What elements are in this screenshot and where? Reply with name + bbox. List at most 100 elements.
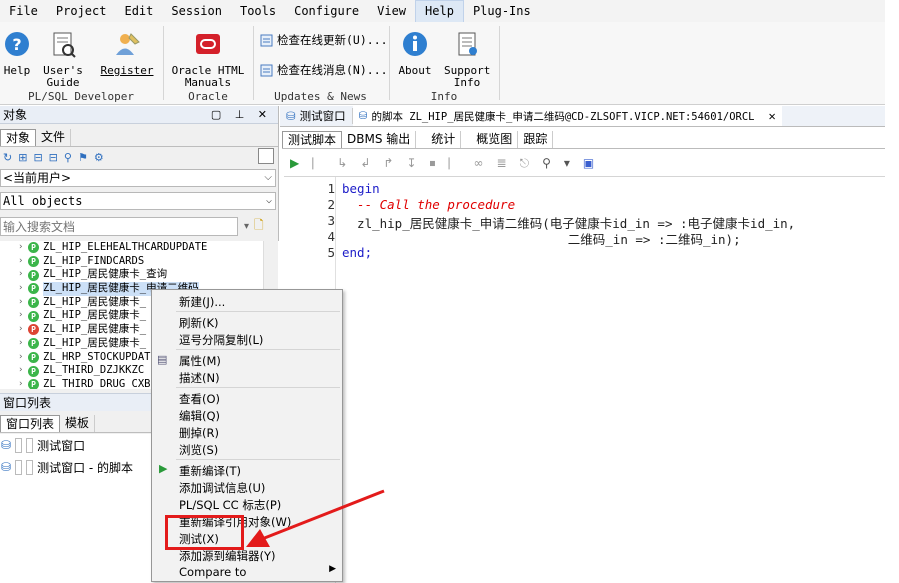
register-button[interactable]: Register [100,30,154,77]
script-window-icon: ⛁ [1,460,12,474]
tab-test-script[interactable]: 测试脚本 [282,131,343,148]
find-icon[interactable]: ⚲ [64,151,72,164]
tab-objects[interactable]: 对象 [0,129,37,146]
tree-item-label: ZL_HIP_ELEHEALTHCARDUPDATE [43,241,208,253]
menu-session[interactable]: Session [162,0,231,22]
objects-toolbar: ↻ ⊞ ⊟ ⊟ ⚲ ⚑ ⚙ [0,147,278,167]
code-line: begin [342,181,380,196]
menu-item-compare-to[interactable]: Compare to [179,565,246,579]
dropdown-icon[interactable]: ▾ [564,156,570,170]
separator [163,26,164,100]
menu-item-describe[interactable]: 描述(N) [179,370,220,386]
menu-configure[interactable]: Configure [285,0,368,22]
check-updates-label: 检查在线更新(U)... [277,33,388,47]
watch-icon[interactable]: ∞ [474,156,484,170]
tree-item[interactable]: › P ZL_HIP_居民健康卡_查询 [0,268,279,282]
menu-item-refresh[interactable]: 刷新(K) [179,315,219,331]
check-online-updates-button[interactable]: 检查在线更新(U)... [260,32,388,48]
refresh-icon[interactable]: ↻ [3,151,12,164]
separator [499,26,500,100]
separator [253,26,254,100]
menu-item-recompile[interactable]: 重新编译(T) [179,463,241,479]
search-input[interactable] [0,217,238,236]
annotation-arrow-icon [246,489,385,547]
analyze-icon[interactable]: ⎋ [520,156,530,171]
save-icon[interactable]: ▣ [583,156,594,170]
window-item-label: 测试窗口 - 的脚本 [37,460,134,475]
help-button[interactable]: ? Help [3,30,31,77]
recompile-icon: ▶ [159,462,168,475]
tab-files[interactable]: 文件 [36,129,72,146]
menu-edit[interactable]: Edit [115,0,162,22]
oracle-html-manuals-button[interactable]: Oracle HTML Manuals [170,30,246,89]
menu-project[interactable]: Project [47,0,116,22]
collapse-icon[interactable]: ⊟ [49,151,58,164]
tab-window-list[interactable]: 窗口列表 [0,415,61,432]
tree-item-label: ZL_THIRD_DRUG_CXB [43,377,151,389]
tab-templates[interactable]: 模板 [60,415,96,432]
objects-title: 对象 [3,108,28,122]
filter-icon[interactable]: ⚑ [78,151,88,164]
users-guide-button[interactable]: User's Guide [42,30,84,89]
panel-controls[interactable]: ▢ ⊥ ✕ [211,106,272,124]
tab-profiler[interactable]: 概览图 [471,131,519,148]
step-over-icon[interactable]: ↳ [337,156,347,170]
objects-panel-title: 对象 ▢ ⊥ ✕ [0,106,278,124]
new-document-icon[interactable]: 🗋 [254,216,264,237]
run-to-exception-icon[interactable]: ↱ [383,156,393,170]
about-button[interactable]: About [398,30,432,77]
menu-item-edit[interactable]: 编辑(Q) [179,408,220,424]
tab-test-window[interactable]: ⛁ 测试窗口 [280,108,353,124]
register-label: Register [100,64,154,77]
execute-icon[interactable]: ▶ [290,156,299,170]
owner-select[interactable]: <当前用户> ⌵ [0,169,276,187]
remove-icon[interactable]: ⊟ [33,151,42,164]
step-out-icon[interactable]: ↲ [360,156,370,170]
check-online-news-button[interactable]: 检查在线消息(N)... [260,62,388,78]
support-info-button[interactable]: Support Info [444,30,490,89]
view-toggle-button[interactable] [258,148,274,164]
line-number: 5 [327,245,335,260]
menu-item-copy-comma-separated[interactable]: 逗号分隔复制(L) [179,332,263,348]
menu-item-drop[interactable]: 删掉(R) [179,425,219,441]
search-dropdown-icon[interactable]: ▾ [244,221,249,232]
tree-item-label: ZL_HIP_居民健康卡_ [43,336,147,349]
tree-item[interactable]: › P ZL_HIP_ELEHEALTHCARDUPDATE [0,241,279,255]
menu-item-properties[interactable]: 属性(M) [179,353,221,369]
menu-plugins[interactable]: Plug-Ins [464,0,540,22]
tab-statistics[interactable]: 统计 [426,131,462,148]
toggle-breakpoint-icon[interactable]: ⎸ [449,156,461,171]
procedure-icon: P [28,351,39,363]
tree-item-label: ZL_THIRD_DZJKKZC [43,364,145,377]
menu-item-browse[interactable]: 浏览(S) [179,442,218,458]
news-icon [260,64,273,76]
tab-dbms-output[interactable]: DBMS 输出 [342,131,417,148]
menu-help[interactable]: Help [415,0,464,22]
menu-file[interactable]: File [0,0,47,22]
object-filter-select[interactable]: All objects ⌵ [0,192,276,210]
menu-item-view[interactable]: 查看(O) [179,391,220,407]
close-icon[interactable]: ✕ [769,109,776,123]
help-icon: ? [5,32,29,56]
step-into-icon[interactable]: ⎸ [312,156,324,171]
menu-item-new[interactable]: 新建(J)... [179,294,225,310]
run-to-cursor-icon[interactable]: ↧ [406,156,416,170]
add-icon[interactable]: ⊞ [18,151,27,164]
tab-trace[interactable]: 跟踪 [518,131,554,148]
tree-item[interactable]: › P ZL_HIP_FINDCARDS [0,255,279,269]
document-tab-strip: ⛁ 测试窗口 ⛁ 的脚本 ZL_HIP_居民健康卡_申请二维码@CD-ZLSOFT.… [280,106,885,127]
tab-script[interactable]: ⛁ 的脚本 ZL_HIP_居民健康卡_申请二维码@CD-ZLSOFT.VICP.N… [352,106,782,126]
stop-icon[interactable]: ⏹ [430,156,436,171]
svg-text:?: ? [12,35,21,54]
column-box [15,437,23,453]
variables-icon[interactable]: ≣ [497,156,507,170]
code-line: -- Call the procedure [342,197,516,212]
explain-plan-icon[interactable]: ⚲ [542,156,551,170]
menu-tools[interactable]: Tools [231,0,285,22]
tree-item-label: ZL_HIP_居民健康卡_查询 [43,268,168,281]
menu-view[interactable]: View [368,0,415,22]
tree-item-label: ZL_HIP_FINDCARDS [43,254,145,267]
procedure-icon: P [28,256,39,268]
filter-edit-icon[interactable]: ⚙ [94,151,104,164]
menu-separator [176,349,340,350]
